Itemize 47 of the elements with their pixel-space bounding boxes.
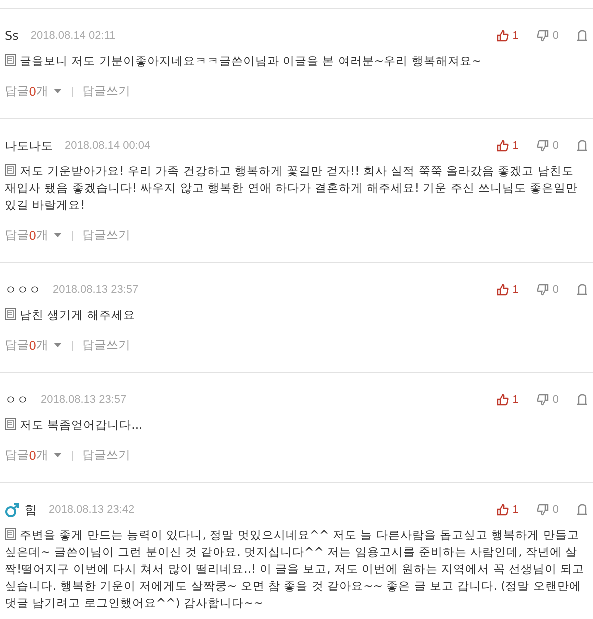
comment-date: 2018.08.14 02:11 (30, 30, 116, 42)
comment-text: 저도 복좀얻어갑니다... (5, 417, 588, 434)
comment-text: 저도 기운받아가요! 우리 가족 건강하고 행복하게 꽃길만 걷자!! 회사 실적 쭉쭉 올라갔음 좋겠고 남친도 재입사 됐음 좋겠습니다! 싸우지 않고 행복한 연애 하다가 결혼하게 해주세요! 기운 주신 쓰니님도 좋은일만 있길 바랄게요! (5, 163, 580, 214)
comment-text: 글을보니 저도 기분이좋아지네요ㅋㅋ글쓴이님과 이글을 본 여러분~우리 행복해져요~ (5, 53, 588, 70)
dislike-button[interactable]: 0 (536, 504, 559, 516)
like-button[interactable]: 1 (496, 140, 519, 152)
like-button[interactable]: 1 (496, 30, 519, 42)
author-name[interactable]: Ss (5, 29, 19, 43)
replies-toggle[interactable]: 답글0개 (5, 447, 62, 464)
memo-icon (5, 54, 16, 66)
author-name[interactable]: 힘 (25, 502, 37, 518)
caret-icon (54, 343, 62, 348)
replies-toggle[interactable]: 답글0개 (5, 337, 62, 354)
dislike-button[interactable]: 0 (536, 30, 559, 42)
report-icon[interactable] (577, 30, 588, 42)
caret-icon (54, 453, 62, 458)
dislike-button[interactable]: 0 (536, 394, 559, 406)
like-button[interactable]: 1 (496, 284, 519, 296)
write-reply-link[interactable]: 답글쓰기 (82, 337, 131, 354)
report-icon[interactable] (577, 504, 588, 516)
comment-date: 2018.08.13 23:57 (53, 284, 139, 296)
replies-toggle[interactable]: 답글0개 (5, 227, 62, 244)
memo-icon (5, 528, 16, 540)
memo-icon (5, 308, 16, 320)
dislike-button[interactable]: 0 (536, 140, 559, 152)
memo-icon (5, 418, 16, 430)
author-name[interactable]: ㅇㅇㅇ (5, 282, 41, 298)
report-icon[interactable] (577, 394, 588, 406)
write-reply-link[interactable]: 답글쓰기 (82, 227, 131, 244)
dislike-button[interactable]: 0 (536, 284, 559, 296)
caret-icon (54, 89, 62, 94)
like-button[interactable]: 1 (496, 394, 519, 406)
comment-date: 2018.08.13 23:42 (49, 504, 135, 516)
author-name[interactable]: 나도나도 (5, 138, 53, 154)
author-name[interactable]: ㅇㅇ (5, 392, 29, 408)
report-icon[interactable] (577, 140, 588, 152)
comment-text: 남친 생기게 해주세요 (5, 307, 588, 324)
caret-icon (54, 233, 62, 238)
comment-date: 2018.08.13 23:57 (41, 394, 127, 406)
memo-icon (5, 164, 16, 176)
write-reply-link[interactable]: 답글쓰기 (82, 83, 131, 100)
comment-text: 주변을 좋게 만드는 능력이 있다니, 정말 멋있으시네요^^ 저도 늘 다른사람을 돕고싶고 행복하게 만들고 싶은데~ 글쓴이님이 그런 분이신 것 같아요. 멋지십니다^^ 저는 임용고시를 준비하는 사람인데, 작년에 살짝!떨어지구 이번에 다시 쳐서 많이 떨리네요..! 이 글을 보고, 저도 이번에 원하는 지역에서 꼭 선생님이 되고 싶습니다. 행복한 기운이 저에게도 살짝쿵~ 오면 참 좋을 것 같아요~~ 좋은 글 보고 갑니다. (정말 오랜만에 댓글 남기려고 로그인했어요^^) 감사합니다~~ (5, 527, 586, 612)
report-icon[interactable] (577, 284, 588, 296)
write-reply-link[interactable]: 답글쓰기 (82, 447, 131, 464)
like-button[interactable]: 1 (496, 504, 519, 516)
replies-toggle[interactable]: 답글0개 (5, 83, 62, 100)
comment-date: 2018.08.14 00:04 (65, 140, 151, 152)
